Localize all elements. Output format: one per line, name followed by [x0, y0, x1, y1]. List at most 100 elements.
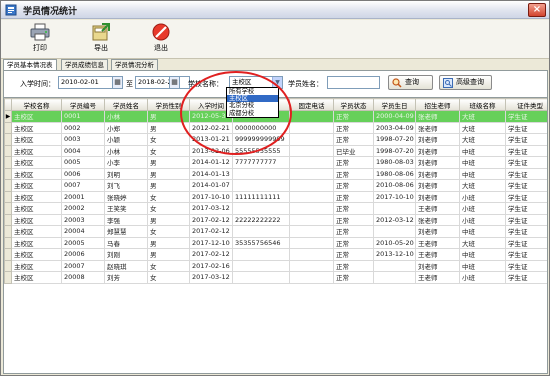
table-cell[interactable]: 正常 [333, 133, 374, 146]
table-cell[interactable]: 学生证 [505, 225, 547, 238]
table-cell[interactable]: 学生证 [505, 144, 547, 157]
table-cell[interactable]: 2010-08-06 [373, 179, 416, 192]
table-row[interactable]: 主校区 20004 郑慧慧女 2017-02-12 正常 刘老师 中班 学生证 [4, 225, 547, 238]
table-cell[interactable] [232, 179, 290, 192]
table-cell[interactable]: 男 [147, 179, 190, 192]
row-indicator[interactable] [4, 121, 12, 134]
print-button[interactable]: 打印 [22, 22, 58, 56]
table-row[interactable]: 主校区 0005 小李男 2014-01-12 7777777777 正常 1980-08-… [4, 156, 547, 169]
exit-button[interactable]: 退出 [143, 22, 179, 56]
table-cell[interactable]: 主校区 [11, 236, 62, 249]
table-cell[interactable]: 女 [147, 225, 190, 238]
table-cell[interactable]: 学生证 [505, 259, 547, 272]
table-cell[interactable]: 小班 [459, 202, 506, 215]
table-cell[interactable]: 男 [147, 248, 190, 261]
table-cell[interactable]: 2017-03-12 [189, 271, 233, 284]
table-cell[interactable]: 小林 [104, 110, 148, 123]
table-cell[interactable]: 0004 [61, 144, 105, 157]
column-header[interactable]: 学员姓名 [104, 98, 148, 111]
table-cell[interactable]: 小班 [459, 213, 506, 226]
column-header[interactable]: 学校名称 [11, 98, 62, 111]
table-row[interactable]: 主校区 20006 刘刚男 2017-02-12 正常 2013-12-10 王老师 中班 学生… [4, 248, 547, 261]
table-cell[interactable] [289, 236, 334, 249]
title-bar[interactable]: 学员情况统计 × [1, 1, 549, 19]
table-cell[interactable]: 女 [147, 259, 190, 272]
table-cell[interactable]: 正常 [333, 271, 374, 284]
table-cell[interactable] [232, 225, 290, 238]
table-cell[interactable]: 刘老师 [415, 156, 460, 169]
table-cell[interactable]: 刘刚 [104, 248, 148, 261]
table-cell[interactable]: 张老师 [415, 121, 460, 134]
table-cell[interactable] [289, 213, 334, 226]
table-cell[interactable]: 王笑笑 [104, 202, 148, 215]
row-indicator[interactable] [4, 179, 12, 192]
table-cell[interactable]: 男 [147, 213, 190, 226]
table-cell[interactable]: 李强 [104, 213, 148, 226]
table-cell[interactable] [232, 202, 290, 215]
advanced-query-button[interactable]: 高级查询 [439, 75, 492, 90]
table-cell[interactable]: 2000-04-09 [373, 110, 416, 123]
table-cell[interactable]: 男 [147, 156, 190, 169]
table-cell[interactable]: 中班 [459, 248, 506, 261]
table-cell[interactable]: 2017-12-10 [189, 236, 233, 249]
table-cell[interactable]: 20001 [61, 190, 105, 203]
table-cell[interactable]: 小班 [459, 271, 506, 284]
table-cell[interactable]: 女 [147, 271, 190, 284]
table-cell[interactable]: 正常 [333, 236, 374, 249]
column-header[interactable]: 学员状态 [333, 98, 374, 111]
table-cell[interactable]: 学生证 [505, 202, 547, 215]
column-header[interactable]: 固定电话 [289, 98, 334, 111]
table-cell[interactable]: 女 [147, 190, 190, 203]
table-cell[interactable]: 主校区 [11, 248, 62, 261]
table-cell[interactable]: 主校区 [11, 110, 62, 123]
table-cell[interactable]: 主校区 [11, 190, 62, 203]
table-cell[interactable]: 0002 [61, 121, 105, 134]
table-cell[interactable]: 20005 [61, 236, 105, 249]
table-cell[interactable]: 刘老师 [415, 167, 460, 180]
table-cell[interactable] [289, 271, 334, 284]
table-cell[interactable]: 2014-01-12 [189, 156, 233, 169]
date-from-picker[interactable]: ▦ [112, 76, 123, 89]
table-cell[interactable]: 1980-08-03 [373, 156, 416, 169]
table-cell[interactable]: 王老师 [415, 236, 460, 249]
row-indicator[interactable] [4, 259, 12, 272]
table-cell[interactable]: 王老师 [415, 202, 460, 215]
table-cell[interactable]: 男 [147, 236, 190, 249]
column-header[interactable]: 班级名称 [459, 98, 506, 111]
table-cell[interactable]: 已毕业 [333, 144, 374, 157]
table-cell[interactable]: 学生证 [505, 110, 547, 123]
table-cell[interactable]: 学生证 [505, 213, 547, 226]
table-cell[interactable]: 马春 [104, 236, 148, 249]
table-cell[interactable]: 学生证 [505, 167, 547, 180]
table-cell[interactable] [289, 225, 334, 238]
row-indicator[interactable] [4, 271, 12, 284]
table-cell[interactable]: 学生证 [505, 236, 547, 249]
table-cell[interactable]: 正常 [333, 179, 374, 192]
table-row[interactable]: 主校区 20008 刘芳女 2017-03-12 正常 王老师 小班 学生证 [4, 271, 547, 284]
table-cell[interactable]: 2012-03-12 [373, 213, 416, 226]
close-button[interactable]: × [528, 3, 546, 17]
table-cell[interactable]: 20002 [61, 202, 105, 215]
table-cell[interactable]: 2017-02-12 [189, 213, 233, 226]
table-cell[interactable]: 22222222222 [232, 213, 290, 226]
table-row[interactable]: 主校区 20003 李强男 2017-02-12 22222222222 正常 2012-0… [4, 213, 547, 226]
row-indicator[interactable]: ▶ [4, 110, 12, 123]
table-cell[interactable]: 20007 [61, 259, 105, 272]
table-cell[interactable]: 小郑 [104, 121, 148, 134]
table-cell[interactable]: 小颖 [104, 133, 148, 146]
date-to-input[interactable]: 2018-02-21 [135, 76, 190, 89]
table-cell[interactable] [373, 202, 416, 215]
row-indicator[interactable] [4, 248, 12, 261]
table-cell[interactable] [289, 202, 334, 215]
table-cell[interactable]: 正常 [333, 110, 374, 123]
table-cell[interactable] [289, 156, 334, 169]
table-cell[interactable]: 11111111111 [232, 190, 290, 203]
table-cell[interactable] [289, 121, 334, 134]
table-cell[interactable]: 正常 [333, 225, 374, 238]
table-cell[interactable]: 郑慧慧 [104, 225, 148, 238]
table-cell[interactable] [289, 110, 334, 123]
table-row[interactable]: 主校区 20001 张晓婷女 2017-10-10 11111111111 正常 2017-… [4, 190, 547, 203]
table-cell[interactable]: 学生证 [505, 156, 547, 169]
student-name-input[interactable] [327, 76, 380, 89]
table-cell[interactable]: 2017-02-12 [189, 248, 233, 261]
